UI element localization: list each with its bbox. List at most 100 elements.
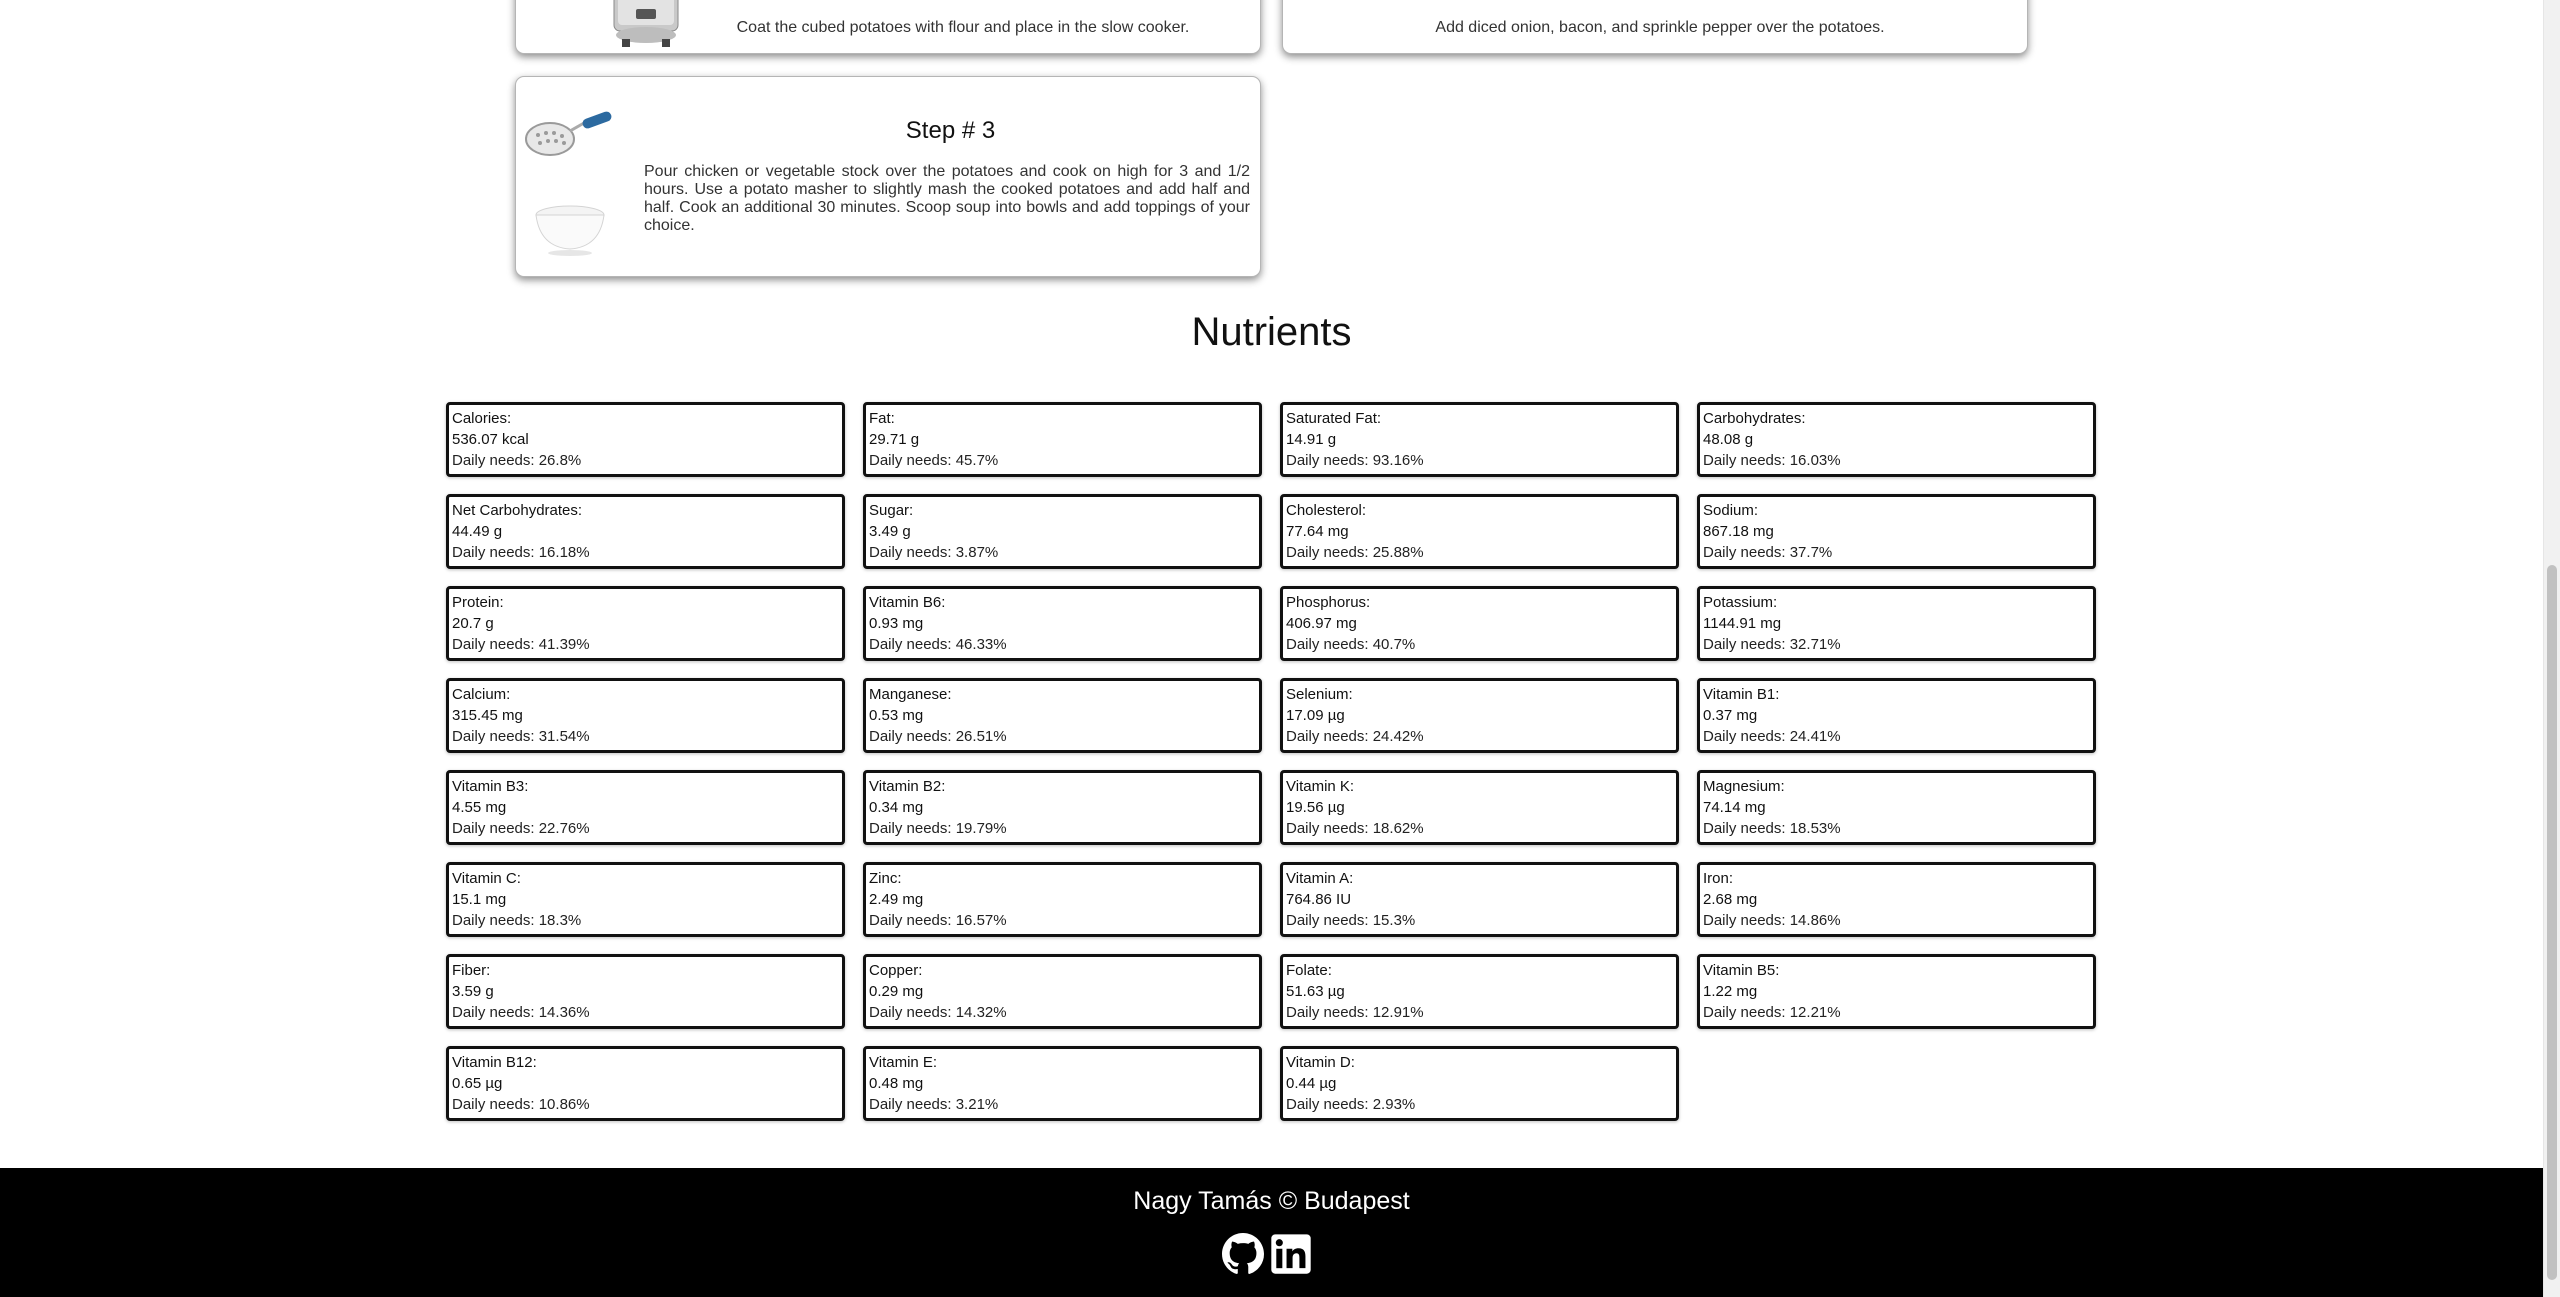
nutrient-amount: 19.56 µg	[1286, 799, 1345, 816]
nutrient-daily-needs: Daily needs: 45.7%	[869, 452, 999, 469]
nutrient-amount: 1.22 mg	[1703, 983, 1758, 1000]
nutrient-amount: 536.07 kcal	[452, 431, 529, 448]
nutrient-amount: 867.18 mg	[1703, 523, 1774, 540]
nutrient-card: Sodium: 867.18 mg Daily needs: 37.7%	[1697, 494, 2096, 569]
nutrient-daily-needs: Daily needs: 25.88%	[1286, 544, 1424, 561]
nutrient-card: Vitamin E: 0.48 mg Daily needs: 3.21%	[863, 1046, 1262, 1121]
nutrient-name: Sodium:	[1703, 502, 1759, 519]
nutrient-card: Vitamin C: 15.1 mg Daily needs: 18.3%	[446, 862, 845, 937]
nutrient-card: Vitamin B5: 1.22 mg Daily needs: 12.21%	[1697, 954, 2096, 1029]
nutrient-name: Zinc:	[869, 870, 902, 887]
vertical-scrollbar[interactable]	[2543, 0, 2560, 1297]
nutrient-card: Protein: 20.7 g Daily needs: 41.39%	[446, 586, 845, 661]
nutrient-daily-needs: Daily needs: 10.86%	[452, 1096, 590, 1113]
nutrient-amount: 0.93 mg	[869, 615, 924, 632]
footer: Nagy Tamás © Budapest	[0, 1168, 2543, 1297]
nutrient-name: Carbohydrates:	[1703, 410, 1806, 427]
nutrient-name: Magnesium:	[1703, 778, 1785, 795]
nutrient-name: Vitamin B2:	[869, 778, 946, 795]
nutrient-daily-needs: Daily needs: 37.7%	[1703, 544, 1833, 561]
nutrient-amount: 74.14 mg	[1703, 799, 1766, 816]
nutrient-name: Vitamin B1:	[1703, 686, 1780, 703]
nutrient-card: Magnesium: 74.14 mg Daily needs: 18.53%	[1697, 770, 2096, 845]
nutrient-card: Cholesterol: 77.64 mg Daily needs: 25.88%	[1280, 494, 1679, 569]
nutrient-amount: 406.97 mg	[1286, 615, 1357, 632]
nutrient-card: Vitamin B2: 0.34 mg Daily needs: 19.79%	[863, 770, 1262, 845]
nutrient-daily-needs: Daily needs: 26.8%	[452, 452, 582, 469]
nutrient-daily-needs: Daily needs: 46.33%	[869, 636, 1007, 653]
nutrient-amount: 0.29 mg	[869, 983, 924, 1000]
nutrient-name: Sugar:	[869, 502, 914, 519]
nutrient-name: Calories:	[452, 410, 512, 427]
nutrient-name: Fat:	[869, 410, 895, 427]
nutrient-card: Net Carbohydrates: 44.49 g Daily needs: 16…	[446, 494, 845, 569]
nutrient-card: Vitamin A: 764.86 IU Daily needs: 15.3%	[1280, 862, 1679, 937]
nutrient-daily-needs: Daily needs: 15.3%	[1286, 912, 1416, 929]
nutrient-card: Folate: 51.63 µg Daily needs: 12.91%	[1280, 954, 1679, 1029]
nutrient-daily-needs: Daily needs: 93.16%	[1286, 452, 1424, 469]
social-links	[1222, 1233, 1312, 1275]
nutrient-amount: 0.53 mg	[869, 707, 924, 724]
nutrient-amount: 0.37 mg	[1703, 707, 1758, 724]
nutrient-daily-needs: Daily needs: 22.76%	[452, 820, 590, 837]
nutrient-name: Cholesterol:	[1286, 502, 1367, 519]
nutrient-name: Vitamin K:	[1286, 778, 1355, 795]
step-card-2: Add diced onion, bacon, and sprinkle pep…	[1282, 0, 2028, 54]
nutrient-amount: 51.63 µg	[1286, 983, 1345, 1000]
nutrient-daily-needs: Daily needs: 31.54%	[452, 728, 590, 745]
nutrient-amount: 764.86 IU	[1286, 891, 1352, 908]
nutrient-card: Calcium: 315.45 mg Daily needs: 31.54%	[446, 678, 845, 753]
nutrient-name: Selenium:	[1286, 686, 1353, 703]
nutrient-amount: 77.64 mg	[1286, 523, 1349, 540]
scrollbar-thumb[interactable]	[2547, 565, 2557, 1280]
nutrient-name: Vitamin B3:	[452, 778, 529, 795]
nutrient-name: Potassium:	[1703, 594, 1778, 611]
step-card-1: Coat the cubed potatoes with flour and p…	[515, 0, 1261, 54]
github-link[interactable]	[1222, 1233, 1264, 1275]
nutrient-name: Fiber:	[452, 962, 491, 979]
nutrient-name: Calcium:	[452, 686, 511, 703]
nutrient-amount: 1144.91 mg	[1703, 615, 1782, 632]
nutrient-card: Calories: 536.07 kcal Daily needs: 26.8%	[446, 402, 845, 477]
nutrient-daily-needs: Daily needs: 16.57%	[869, 912, 1007, 929]
linkedin-link[interactable]	[1270, 1233, 1312, 1275]
nutrient-card: Iron: 2.68 mg Daily needs: 14.86%	[1697, 862, 2096, 937]
nutrient-amount: 2.49 mg	[869, 891, 924, 908]
nutrient-daily-needs: Daily needs: 16.03%	[1703, 452, 1841, 469]
nutrient-card: Zinc: 2.49 mg Daily needs: 16.57%	[863, 862, 1262, 937]
nutrient-card: Vitamin D: 0.44 µg Daily needs: 2.93%	[1280, 1046, 1679, 1121]
nutrient-name: Iron:	[1703, 870, 1734, 887]
step-2-text: Add diced onion, bacon, and sprinkle pep…	[1435, 19, 1885, 36]
nutrient-amount: 0.65 µg	[452, 1075, 503, 1092]
nutrient-amount: 0.44 µg	[1286, 1075, 1337, 1092]
nutrient-amount: 315.45 mg	[452, 707, 523, 724]
nutrient-amount: 17.09 µg	[1286, 707, 1345, 724]
nutrient-card: Carbohydrates: 48.08 g Daily needs: 16.03%	[1697, 402, 2096, 477]
nutrient-card: Vitamin B1: 0.37 mg Daily needs: 24.41%	[1697, 678, 2096, 753]
nutrient-card: Vitamin B6: 0.93 mg Daily needs: 46.33%	[863, 586, 1262, 661]
nutrient-name: Vitamin E:	[869, 1054, 938, 1071]
nutrients-title: Nutrients	[1191, 310, 1352, 354]
nutrient-card: Potassium: 1144.91 mg Daily needs: 32.71%	[1697, 586, 2096, 661]
nutrient-amount: 0.48 mg	[869, 1075, 924, 1092]
nutrient-daily-needs: Daily needs: 32.71%	[1703, 636, 1841, 653]
linkedin-icon	[1271, 1234, 1311, 1274]
footer-credit: Nagy Tamás © Budapest	[1133, 1187, 1410, 1215]
nutrient-daily-needs: Daily needs: 40.7%	[1286, 636, 1416, 653]
nutrient-daily-needs: Daily needs: 14.32%	[869, 1004, 1007, 1021]
nutrient-amount: 48.08 g	[1703, 431, 1754, 448]
nutrient-amount: 20.7 g	[452, 615, 494, 632]
nutrient-card: Selenium: 17.09 µg Daily needs: 24.42%	[1280, 678, 1679, 753]
nutrient-name: Vitamin B12:	[452, 1054, 537, 1071]
nutrient-amount: 29.71 g	[869, 431, 920, 448]
nutrient-name: Saturated Fat:	[1286, 410, 1382, 427]
nutrient-amount: 15.1 mg	[452, 891, 507, 908]
nutrient-card: Vitamin K: 19.56 µg Daily needs: 18.62%	[1280, 770, 1679, 845]
nutrient-daily-needs: Daily needs: 18.53%	[1703, 820, 1841, 837]
nutrient-name: Vitamin C:	[452, 870, 521, 887]
nutrient-daily-needs: Daily needs: 18.3%	[452, 912, 582, 929]
nutrient-card: Sugar: 3.49 g Daily needs: 3.87%	[863, 494, 1262, 569]
nutrient-daily-needs: Daily needs: 16.18%	[452, 544, 590, 561]
nutrient-name: Vitamin B6:	[869, 594, 946, 611]
nutrient-card: Copper: 0.29 mg Daily needs: 14.32%	[863, 954, 1262, 1029]
